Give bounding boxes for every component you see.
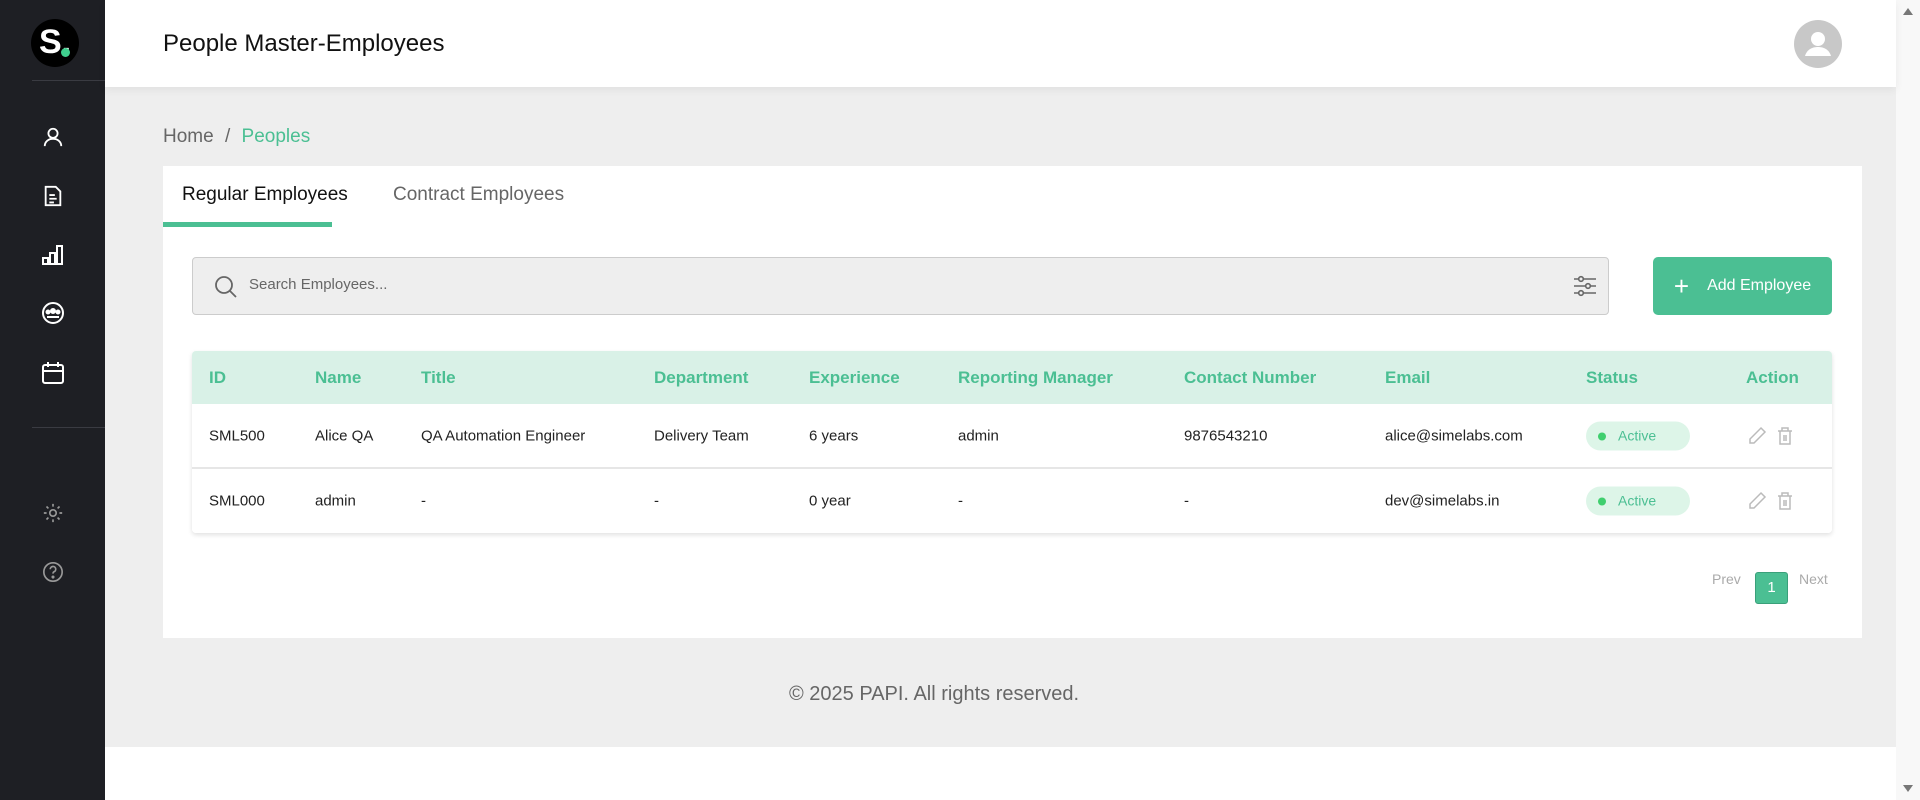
table-header: ID Name Title Department Experience Repo…	[192, 351, 1832, 404]
breadcrumb-separator: /	[224, 126, 231, 147]
add-employee-button[interactable]: + Add Employee	[1653, 257, 1832, 315]
cell-contact-number: -	[1184, 492, 1189, 510]
search-icon	[215, 276, 237, 298]
cell-email: dev@simelabs.in	[1385, 492, 1500, 510]
sidebar-divider	[32, 427, 105, 428]
cell-id: SML500	[209, 427, 265, 444]
search-input[interactable]	[249, 276, 1449, 293]
user-icon[interactable]	[40, 124, 66, 150]
breadcrumb-home[interactable]: Home	[163, 126, 214, 147]
scroll-down-icon[interactable]	[1903, 785, 1913, 792]
col-experience: Experience	[809, 367, 900, 387]
help-icon[interactable]	[40, 559, 66, 585]
status-badge: Active	[1586, 421, 1690, 450]
avatar[interactable]	[1794, 20, 1842, 68]
cell-department: -	[654, 492, 659, 510]
employees-card: Regular Employees Contract Employees + A…	[163, 166, 1862, 638]
col-department: Department	[654, 367, 749, 387]
cell-reporting-manager: -	[958, 492, 963, 510]
active-tab-indicator	[163, 222, 332, 227]
document-icon[interactable]	[40, 183, 66, 209]
scrollbar[interactable]	[1896, 0, 1920, 800]
team-icon[interactable]	[40, 300, 66, 326]
add-employee-label: Add Employee	[1707, 277, 1812, 294]
cell-name: admin	[315, 492, 356, 510]
col-action: Action	[1746, 367, 1799, 387]
cell-reporting-manager: admin	[958, 427, 999, 444]
cell-title: QA Automation Engineer	[421, 427, 586, 444]
page-1-button[interactable]: 1	[1755, 572, 1788, 604]
cell-name: Alice QA	[315, 427, 374, 444]
col-title: Title	[421, 367, 456, 387]
scroll-up-icon[interactable]	[1903, 8, 1913, 15]
edit-icon[interactable]	[1747, 426, 1767, 446]
breadcrumb-current: Peoples	[241, 126, 311, 147]
delete-icon[interactable]	[1777, 492, 1793, 510]
page-title: People Master-Employees	[163, 30, 445, 57]
cell-email: alice@simelabs.com	[1385, 427, 1523, 444]
tab-contract-employees[interactable]: Contract Employees	[393, 184, 564, 206]
delete-icon[interactable]	[1777, 426, 1793, 445]
col-id: ID	[209, 367, 226, 387]
col-reporting-manager: Reporting Manager	[958, 367, 1113, 387]
cell-experience: 6 years	[809, 427, 859, 444]
tab-regular-employees[interactable]: Regular Employees	[182, 184, 348, 206]
table-row[interactable]: SML000 admin - - 0 year - - dev@simelabs…	[192, 469, 1832, 533]
employees-table: ID Name Title Department Experience Repo…	[192, 351, 1832, 533]
prev-page-button[interactable]: Prev	[1712, 571, 1741, 587]
chart-icon[interactable]	[40, 242, 66, 268]
cell-contact-number: 9876543210	[1184, 427, 1268, 444]
table-row[interactable]: SML500 Alice QA QA Automation Engineer D…	[192, 404, 1832, 469]
edit-icon[interactable]	[1747, 491, 1767, 511]
cell-id: SML000	[209, 492, 265, 510]
col-email: Email	[1385, 367, 1431, 387]
plus-icon: +	[1673, 271, 1690, 301]
calendar-icon[interactable]	[40, 360, 66, 386]
search-bar	[192, 257, 1609, 315]
sidebar-divider	[32, 80, 105, 81]
col-contact-number: Contact Number	[1184, 367, 1317, 387]
cell-department: Delivery Team	[654, 427, 749, 444]
col-status: Status	[1586, 367, 1638, 387]
sidebar: S.	[0, 0, 105, 800]
header: People Master-Employees	[105, 0, 1896, 87]
logo[interactable]: S.	[31, 19, 79, 67]
breadcrumb: Home / Peoples	[163, 126, 310, 148]
status-badge: Active	[1586, 486, 1690, 516]
filter-icon[interactable]	[1573, 274, 1597, 298]
logo-dot	[61, 48, 70, 57]
footer-text: © 2025 PAPI. All rights reserved.	[789, 683, 1080, 705]
gear-icon[interactable]	[40, 500, 66, 526]
col-name: Name	[315, 367, 362, 387]
cell-experience: 0 year	[809, 492, 851, 510]
next-page-button[interactable]: Next	[1799, 571, 1828, 587]
cell-title: -	[421, 492, 426, 510]
